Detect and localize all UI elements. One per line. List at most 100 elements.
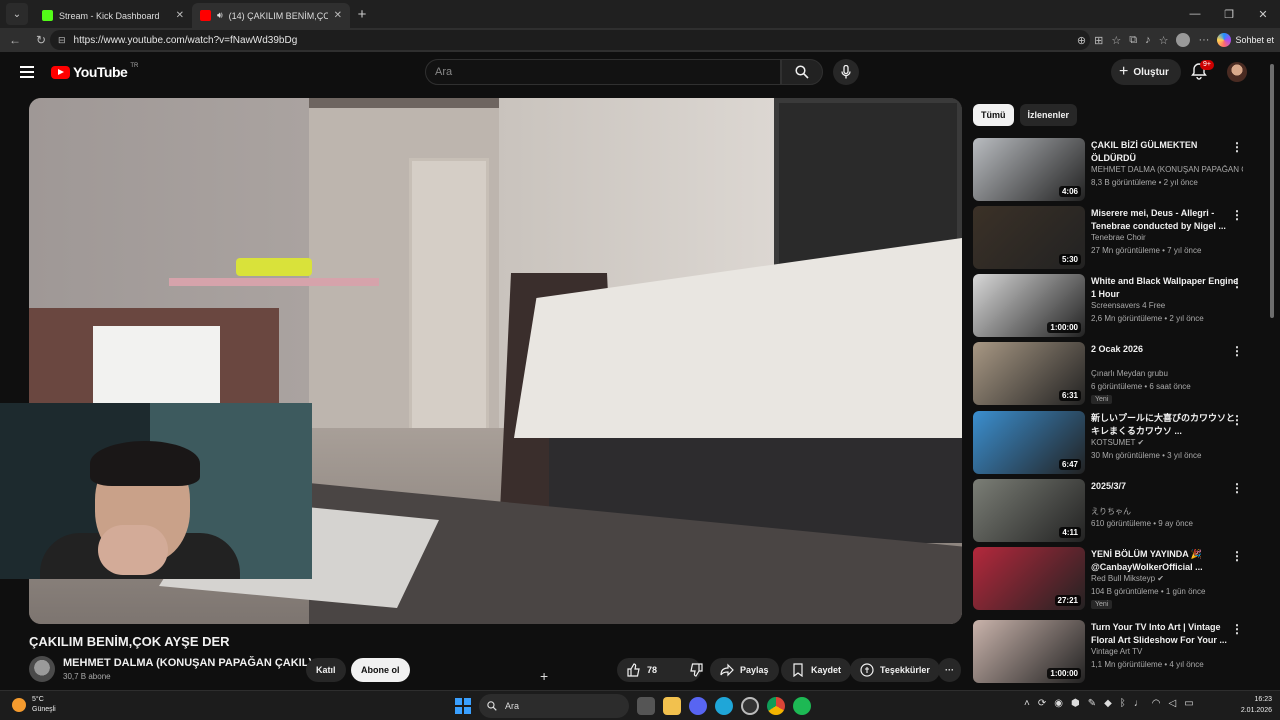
favorite-star-icon[interactable]: ☆ [1111,34,1121,47]
close-tab-icon[interactable]: ✕ [334,10,342,21]
video-title[interactable]: 2 Ocak 2026 [1091,343,1241,356]
back-icon[interactable]: ← [4,29,26,51]
tray-app-icon[interactable]: ⬢ [1071,698,1080,709]
discord-icon[interactable] [689,697,707,715]
like-button[interactable]: 78 [617,658,667,682]
audio-playing-icon[interactable]: 🔊︎ [217,10,223,21]
join-button[interactable]: Katıl [306,658,346,682]
thanks-button[interactable]: Teşekkürler [850,658,940,682]
subscribe-button[interactable]: Abone ol [351,658,410,682]
more-options-icon[interactable]: ⋮ [1231,549,1243,563]
close-tab-icon[interactable]: ✕ [176,10,184,21]
channel-name[interactable]: Screensavers 4 Free [1091,301,1243,310]
video-thumbnail[interactable]: 5:30 [973,206,1085,269]
microphone-icon[interactable]: ♩ [1134,698,1144,709]
tray-overflow-icon[interactable]: ˄ [1024,698,1030,709]
recommended-video[interactable]: 4:11 2025/3/7 えりちゃん 610 görüntüleme • 9 … [973,479,1263,543]
split-screen-icon[interactable]: ⊞ [1094,34,1103,47]
task-view-icon[interactable] [637,697,655,715]
site-info-icon[interactable]: ⊟ [58,35,66,46]
wifi-icon[interactable]: ◠ [1152,698,1161,709]
volume-icon[interactable]: ◁ [1169,698,1177,709]
obs-icon[interactable] [741,697,759,715]
recommended-video[interactable]: 6:31 2 Ocak 2026 Çınarlı Meydan grubu 6 … [973,342,1263,406]
chip-all[interactable]: Tümü [973,104,1014,126]
favorites-icon[interactable]: ♪ [1145,34,1151,46]
bluetooth-icon[interactable]: ᛒ [1120,698,1126,709]
share-button[interactable]: Paylaş [710,658,779,682]
video-title[interactable]: YENİ BÖLÜM YAYINDA 🎉 @CanbayWolkerOffici… [1091,548,1241,574]
dislike-button[interactable] [679,658,713,682]
recommended-video[interactable]: 1:00:00 Turn Your TV Into Art | Vintage … [973,620,1263,684]
chip-watched[interactable]: İzlenenler [1019,104,1078,126]
translate-icon[interactable]: ⊕ [1077,34,1086,47]
more-options-icon[interactable]: ⋮ [1231,140,1243,154]
more-options-icon[interactable]: ⋮ [1231,622,1243,636]
youtube-logo[interactable]: YouTube TR [51,63,138,80]
video-thumbnail[interactable]: 1:00:00 [973,274,1085,337]
video-thumbnail[interactable]: 4:06 [973,138,1085,201]
search-button[interactable] [781,59,823,85]
pen-icon[interactable]: ✎ [1088,698,1096,709]
refresh-icon[interactable]: ↻ [30,29,52,51]
video-thumbnail[interactable]: 6:31 [973,342,1085,405]
edge-icon[interactable] [715,697,733,715]
channel-avatar[interactable] [29,656,55,682]
channel-name[interactable]: Tenebrae Choir [1091,233,1243,242]
video-thumbnail[interactable]: 6:47 [973,411,1085,474]
voice-search-button[interactable] [833,59,859,85]
recommended-video[interactable]: 6:47 新しいプールに大喜びのカワウソとキレまくるカワウソ ... KOTSU… [973,411,1263,475]
discord-tray-icon[interactable]: ◉ [1054,698,1063,709]
battery-icon[interactable]: ▭ [1184,698,1193,709]
weather-widget[interactable]: 5°C Güneşli [12,695,56,715]
tray-app-icon[interactable]: ◆ [1104,698,1112,709]
scrollbar[interactable] [1270,64,1274,318]
channel-name[interactable]: Vintage Art TV [1091,647,1243,656]
save-button[interactable]: Kaydet [781,658,852,682]
video-thumbnail[interactable]: 27:21 [973,547,1085,610]
windows-start-icon[interactable] [455,698,471,714]
create-button[interactable]: + Oluştur [1111,59,1181,85]
more-options-icon[interactable]: ⋮ [1231,413,1243,427]
account-avatar[interactable] [1227,62,1247,82]
tray-app-icon[interactable]: ⟳ [1038,698,1046,709]
menu-icon[interactable] [20,66,34,78]
minimize-icon[interactable]: — [1178,0,1212,28]
more-options-icon[interactable]: ⋮ [1231,276,1243,290]
tab-kick-dashboard[interactable]: Stream - Kick Dashboard ✕ [34,3,192,28]
channel-name[interactable]: MEHMET DALMA (KONUŞAN PAPAĞAN ÇAKIL) [1091,165,1243,174]
recommended-video[interactable]: 5:30 Miserere mei, Deus - Allegri - Tene… [973,206,1263,270]
extensions-icon[interactable]: ⧉ [1129,34,1137,47]
more-options-icon[interactable]: ⋮ [1231,208,1243,222]
video-title[interactable]: 新しいプールに大喜びのカワウソとキレまくるカワウソ ... [1091,412,1241,438]
channel-name[interactable]: KOTSUMET ✔ [1091,438,1243,447]
video-title[interactable]: 2025/3/7 [1091,480,1241,493]
collections-icon[interactable]: ☆ [1159,34,1169,47]
more-actions-button[interactable]: ··· [938,658,961,682]
close-window-icon[interactable]: ✕ [1246,0,1280,28]
video-title[interactable]: Miserere mei, Deus - Allegri - Tenebrae … [1091,207,1241,233]
more-menu-icon[interactable]: ··· [1198,34,1209,46]
chrome-icon[interactable] [767,697,785,715]
video-title[interactable]: Turn Your TV Into Art | Vintage Floral A… [1091,621,1241,647]
tab-youtube-video[interactable]: 🔊︎ (14) ÇAKILIM BENİM,ÇOK AYŞE DER ✕ [192,3,350,28]
channel-name[interactable]: MEHMET DALMA (KONUŞAN PAPAĞAN ÇAKIL) [63,657,312,669]
restore-icon[interactable]: ❐ [1212,0,1246,28]
tab-actions-button[interactable]: ⌄ [6,3,28,25]
address-bar[interactable]: ⊟ https://www.youtube.com/watch?v=fNawWd… [50,30,1090,50]
taskbar-search[interactable]: Ara [479,694,629,718]
profile-icon[interactable] [1176,33,1191,47]
channel-name[interactable]: えりちゃん [1091,506,1243,517]
recommended-video[interactable]: 4:06 ÇAKIL BİZİ GÜLMEKTEN ÖLDÜRDÜ MEHMET… [973,138,1263,202]
video-title[interactable]: White and Black Wallpaper Engine 1 Hour [1091,275,1241,301]
video-title[interactable]: ÇAKIL BİZİ GÜLMEKTEN ÖLDÜRDÜ [1091,139,1241,165]
recommended-video[interactable]: 1:00:00 White and Black Wallpaper Engine… [973,274,1263,338]
copilot-button[interactable]: Sohbet et [1217,33,1274,47]
file-explorer-icon[interactable] [663,697,681,715]
more-options-icon[interactable]: ⋮ [1231,344,1243,358]
spotify-icon[interactable] [793,697,811,715]
more-options-icon[interactable]: ⋮ [1231,481,1243,495]
channel-name[interactable]: Çınarlı Meydan grubu [1091,369,1243,378]
new-tab-button[interactable]: + [350,2,374,26]
video-thumbnail[interactable]: 1:00:00 [973,620,1085,683]
